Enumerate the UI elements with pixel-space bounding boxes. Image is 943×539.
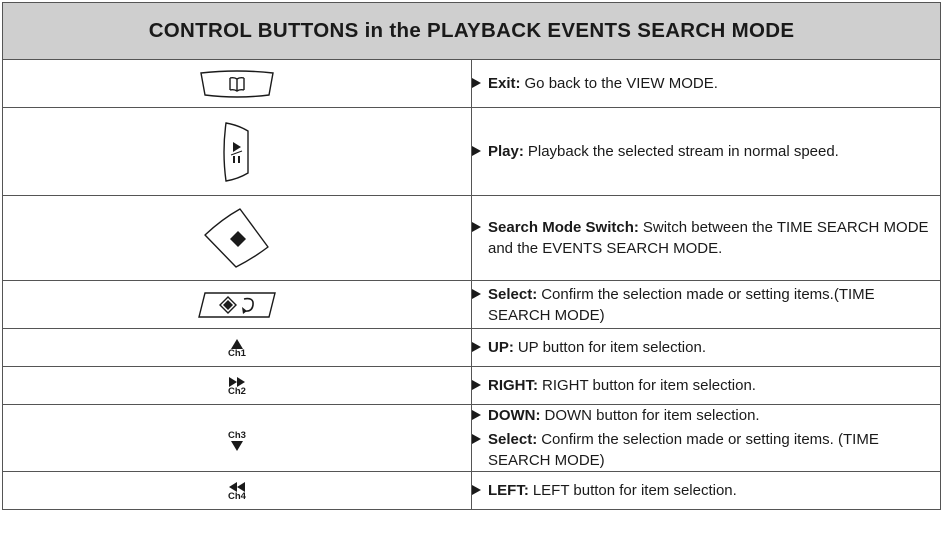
description-cell: Select: Confirm the selection made or set… [471,280,941,329]
rewind-ch4-icon: Ch4 [228,482,246,502]
channel-label: Ch2 [228,386,246,397]
description-cell: UP: UP button for item selection. [471,328,941,367]
button-term: LEFT: [488,482,529,499]
up-arrow-ch1-icon: Ch1 [228,339,246,359]
bullet-arrow-icon [472,434,481,444]
icon-cell: Ch1 [2,328,472,367]
icon-cell: Ch3 [2,404,472,472]
page: CONTROL BUTTONS in the PLAYBACK EVENTS S… [0,0,943,539]
table-row: Play: Playback the selected stream in nor… [2,107,941,196]
description-line: Select: Confirm the selection made or set… [472,284,940,326]
play-pause-key-icon [3,119,471,185]
button-term: Select: [488,431,538,448]
description-line: UP: UP button for item selection. [472,337,940,358]
icon-cell: Ch2 [2,366,472,405]
description-line: RIGHT: RIGHT button for item selection. [472,375,940,396]
description-cell: LEFT: LEFT button for item selection. [471,471,941,510]
bullet-arrow-icon [472,380,481,390]
book-key-icon [3,69,471,99]
select-enter-key-icon [3,290,471,320]
description-cell: DOWN: DOWN button for item selection. Sel… [471,404,941,472]
button-description: Confirm the selection made or setting it… [488,285,875,324]
table-row: Ch1 UP: UP button for item selection. [2,328,941,367]
bullet-arrow-icon [472,485,481,495]
button-description: DOWN button for item selection. [544,407,760,424]
diamond-key-icon [3,205,471,271]
channel-label: Ch4 [228,491,246,502]
down-arrow-ch3-icon: Ch3 [228,431,246,451]
table-header-row: CONTROL BUTTONS in the PLAYBACK EVENTS S… [2,2,941,60]
description-line: Play: Playback the selected stream in nor… [472,141,940,162]
table-title: CONTROL BUTTONS in the PLAYBACK EVENTS S… [2,2,941,60]
button-description: Confirm the selection made or setting it… [488,431,879,469]
bullet-arrow-icon [472,410,481,420]
button-term: Select: [488,285,538,303]
description-line: Search Mode Switch: Switch between the TI… [472,217,940,259]
table-row: Ch3 DOWN: DOWN button for item selection.… [2,404,941,472]
button-term: RIGHT: [488,377,538,394]
description-cell: Search Mode Switch: Switch between the TI… [471,195,941,281]
description-line: LEFT: LEFT button for item selection. [472,480,940,501]
table-row: Ch2 RIGHT: RIGHT button for item selectio… [2,366,941,405]
icon-cell: Ch4 [2,471,472,510]
description-line: DOWN: DOWN button for item selection. [472,405,940,426]
description-line: Select: Confirm the selection made or set… [472,429,940,471]
description-cell: Play: Playback the selected stream in nor… [471,107,941,196]
button-description: RIGHT button for item selection. [542,377,756,394]
bullet-arrow-icon [472,288,481,299]
icon-cell [2,280,472,329]
button-description: UP button for item selection. [517,339,706,356]
description-line: Exit: Go back to the VIEW MODE. [472,73,940,94]
table-row: Exit: Go back to the VIEW MODE. [2,59,941,108]
channel-label: Ch1 [228,348,246,359]
button-term: Search Mode Switch: [488,219,639,236]
icon-cell [2,107,472,196]
bullet-arrow-icon [472,78,481,88]
table-row: Ch4 LEFT: LEFT button for item selection. [2,471,941,510]
bullet-arrow-icon [472,146,481,156]
bullet-arrow-icon [472,222,481,232]
icon-cell [2,59,472,108]
button-term: Play: [488,143,524,160]
table-row: Select: Confirm the selection made or set… [2,280,941,329]
button-description: Go back to the VIEW MODE. [524,75,718,92]
button-term: DOWN: [488,407,541,424]
button-description: Playback the selected stream in normal s… [527,143,839,160]
button-term: UP: [488,339,514,356]
fast-forward-ch2-icon: Ch2 [228,377,246,397]
button-term: Exit: [488,75,521,92]
icon-cell [2,195,472,281]
control-buttons-table: CONTROL BUTTONS in the PLAYBACK EVENTS S… [2,2,941,510]
channel-label: Ch3 [228,430,246,441]
description-cell: RIGHT: RIGHT button for item selection. [471,366,941,405]
bullet-arrow-icon [472,342,481,352]
description-cell: Exit: Go back to the VIEW MODE. [471,59,941,108]
button-description: LEFT button for item selection. [532,482,737,499]
table-row: Search Mode Switch: Switch between the TI… [2,195,941,281]
